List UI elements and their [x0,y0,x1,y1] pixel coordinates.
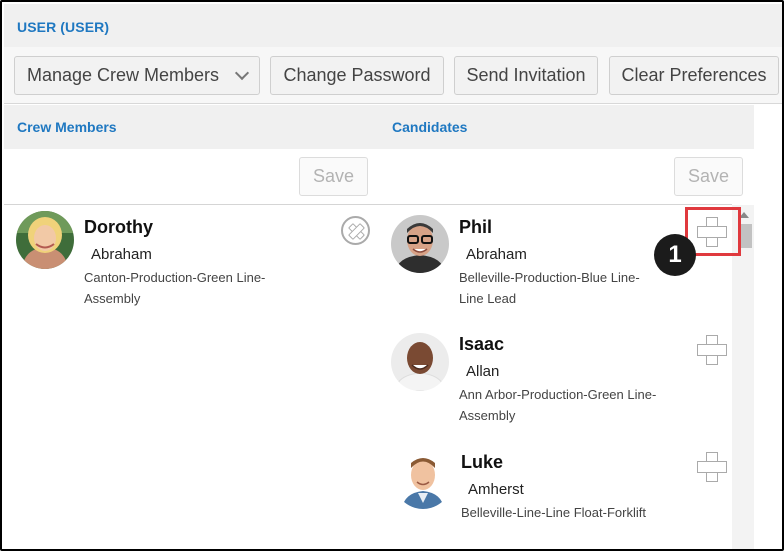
change-password-label: Change Password [283,65,431,85]
candidates-save-label: Save [687,166,730,186]
avatar [16,211,74,269]
clear-preferences-button[interactable]: Clear Preferences [609,56,779,95]
title-bar: USER (USER) [4,4,782,47]
step-callout-number: 1 [668,241,682,268]
manage-crew-members-label: Manage Crew Members [26,65,220,85]
candidate-last-name: Allan [466,363,500,380]
candidates-header: Candidates [379,105,754,149]
candidate-first-name: Isaac [459,334,505,354]
divider [4,204,732,205]
change-password-button[interactable]: Change Password [270,56,444,95]
candidate-last-name: Abraham [466,246,527,263]
candidate-description: Belleville-Line-Line Float-Forklift [461,505,646,520]
send-invitation-button[interactable]: Send Invitation [454,56,598,95]
send-invitation-label: Send Invitation [466,65,586,85]
avatar [391,215,449,273]
candidates-heading: Candidates [392,119,468,135]
clear-preferences-label: Clear Preferences [621,65,767,85]
candidates-scrollbar[interactable] [732,205,754,549]
toolbar: Manage Crew Members Change Password Send… [4,47,782,104]
chevron-down-icon [234,65,250,80]
candidate-description: Belleville-Production-Blue Line-Line Lea… [459,270,640,306]
manage-crew-members-dropdown[interactable]: Manage Crew Members [14,56,260,95]
candidate-first-name: Luke [461,452,504,472]
candidate-description: Ann Arbor-Production-Green Line-Assembly [459,387,657,423]
plus-icon[interactable] [697,335,727,365]
avatar [394,451,452,509]
step-callout-badge: 1 [654,234,696,276]
page-title: USER (USER) [17,19,110,35]
window: USER (USER) Manage Crew Members Change P… [0,0,784,551]
crew-members-heading: Crew Members [17,119,117,135]
crew-member-description: Canton-Production-Green Line-Assembly [84,270,266,306]
plus-icon[interactable] [697,452,727,482]
candidates-save-button[interactable]: Save [674,157,743,196]
crew-save-button[interactable]: Save [299,157,368,196]
candidate-last-name: Amherst [468,481,524,498]
crew-member-last-name: Abraham [91,246,152,263]
candidate-first-name: Phil [459,217,493,237]
remove-circle-icon[interactable] [341,216,370,245]
avatar [391,333,449,391]
crew-save-label: Save [312,166,355,186]
crew-member-first-name: Dorothy [84,217,153,237]
crew-members-header: Crew Members [4,105,379,149]
